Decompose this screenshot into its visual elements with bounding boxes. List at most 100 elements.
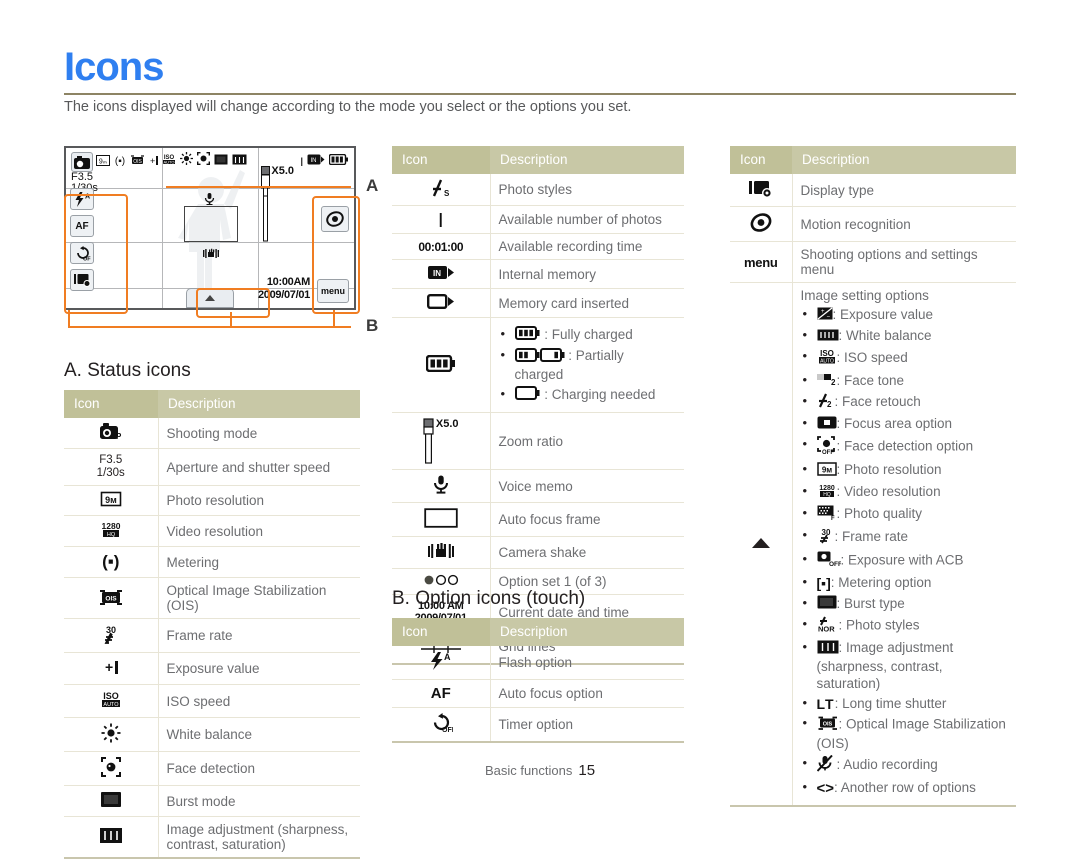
callout-leader-b-left xyxy=(68,310,70,328)
metering-icon: (▪) xyxy=(113,153,127,171)
burst-type-icon xyxy=(817,595,837,612)
row-description: Camera shake xyxy=(490,536,684,570)
table-row: | Available number of photos xyxy=(392,205,684,234)
battery-full-label: : Fully charged xyxy=(544,327,633,342)
row-description: Voice memo xyxy=(490,469,684,504)
photo-styles-nor-icon: NOR xyxy=(817,616,839,635)
section-b-heading: B. Option icons (touch) xyxy=(392,588,586,609)
metering-icon: (▪) xyxy=(64,546,159,578)
row-description: Display type xyxy=(792,174,1016,207)
list-item: : Charging needed xyxy=(499,385,677,404)
col-header-description: Description xyxy=(792,146,1016,174)
svg-text:AUTO: AUTO xyxy=(820,358,834,364)
shooting-mode-icon: P xyxy=(64,418,159,449)
list-item: : Burst type xyxy=(801,594,1009,613)
table-row: Image adjustment (sharpness, contrast, s… xyxy=(64,816,360,859)
svg-text:1280: 1280 xyxy=(819,485,835,492)
list-item: 2: Face retouch xyxy=(801,392,1009,412)
video-resolution-icon: 1280HQ xyxy=(64,515,159,547)
row-description: Zoom ratio xyxy=(490,412,684,471)
row-description: Internal memory xyxy=(490,259,684,289)
lcd-top-left-icons: P 9ₘ (▪) OIS + xyxy=(71,152,159,172)
svg-text:OIS: OIS xyxy=(133,159,142,165)
table-row: Burst mode xyxy=(64,785,360,817)
table-row: P Shooting mode xyxy=(64,418,360,449)
table-row: F3.5 1/30s Aperture and shutter speed xyxy=(64,448,360,486)
svg-text:P: P xyxy=(116,432,122,440)
available-photos-icon: | xyxy=(392,205,491,234)
table-row: OFF Timer option xyxy=(392,707,684,743)
col-header-icon: Icon xyxy=(730,146,792,174)
svg-text:P: P xyxy=(85,164,89,169)
svg-text:9ₘ: 9ₘ xyxy=(99,159,107,166)
face-detection-option-icon: OFF xyxy=(816,436,837,457)
voice-memo-icon xyxy=(204,192,215,210)
list-item: <>: Another row of options xyxy=(801,778,1009,797)
col-header-icon: Icon xyxy=(392,146,490,174)
section-a: A. Status icons Icon Description P Shooti… xyxy=(64,360,360,859)
svg-text:AUTO: AUTO xyxy=(103,702,119,708)
battery-states: : Fully charged : Partially charged : Ch… xyxy=(490,317,684,414)
svg-text:ISO: ISO xyxy=(103,691,119,701)
list-item: [▪]: Metering option xyxy=(801,573,1009,592)
up-arrow-icon xyxy=(730,282,793,808)
face-detection-icon xyxy=(197,152,210,170)
row-description: Available number of photos xyxy=(490,205,684,234)
auto-focus-option-icon: AF xyxy=(392,679,491,708)
auto-focus-frame-icon xyxy=(184,206,238,242)
list-item: : Focus area option xyxy=(801,414,1009,433)
row-description: ISO speed xyxy=(158,684,360,718)
white-balance-option-icon xyxy=(817,329,839,344)
frame-rate-icon: 30 xyxy=(817,528,835,547)
svg-text:OFF: OFF xyxy=(442,727,453,733)
recording-time-icon: 00:01:00 xyxy=(392,233,491,260)
focus-area-icon xyxy=(817,416,837,432)
table-row: 00:01:00 Available recording time xyxy=(392,233,684,260)
row-description: Optical Image Stabilization (OIS) xyxy=(158,577,360,619)
photo-quality-icon: F xyxy=(817,505,837,523)
svg-text:A: A xyxy=(444,652,451,662)
row-description: Shooting options and settings menu xyxy=(792,241,1016,283)
photo-resolution-icon: 9м xyxy=(64,485,159,516)
row-description: Photo styles xyxy=(490,174,684,206)
col-header-icon: Icon xyxy=(64,390,158,418)
photo-styles-icon: S xyxy=(392,174,491,206)
table-row: Image setting options +−: Exposure value… xyxy=(730,282,1016,808)
list-item: 2: Face tone xyxy=(801,371,1009,390)
svg-text:HQ: HQ xyxy=(823,492,831,498)
manual-page: Icons The icons displayed will change ac… xyxy=(0,0,1080,859)
table-row: A Flash option xyxy=(392,646,684,680)
row-description: Shooting mode xyxy=(158,418,360,449)
list-item: 9м: Photo resolution xyxy=(801,460,1009,479)
table-row: White balance xyxy=(64,717,360,752)
callout-label-b: B xyxy=(366,316,379,335)
iso-speed-icon: ISOAUTO xyxy=(817,349,837,368)
row-description: Memory card inserted xyxy=(490,288,684,318)
table-row: Voice memo xyxy=(392,469,684,504)
white-balance-icon xyxy=(180,152,193,170)
table-row: AF Auto focus option xyxy=(392,679,684,708)
col-header-description: Description xyxy=(158,390,360,418)
image-adjustment-icon xyxy=(817,640,839,657)
table-row: 1280 HQ Video resolution xyxy=(64,515,360,547)
option-icons-table: Icon Description A Flash option AF Auto fo… xyxy=(392,618,684,743)
available-photos-icon: | xyxy=(300,156,303,166)
row-description: Exposure value xyxy=(158,652,360,685)
svg-text:2: 2 xyxy=(831,378,836,386)
image-setting-options: Image setting options +−: Exposure value… xyxy=(792,282,1016,808)
iso-speed-icon: ISOAUTO xyxy=(64,684,159,718)
callout-leader-b-mid xyxy=(230,312,232,328)
burst-mode-icon xyxy=(64,785,159,817)
list-item: +−: Exposure value xyxy=(801,305,1009,324)
list-item: OFF: Face detection option xyxy=(801,435,1009,458)
svg-text:OIS: OIS xyxy=(822,722,832,728)
white-balance-icon xyxy=(64,717,159,752)
ois-icon: OIS xyxy=(817,717,839,734)
table-row: menu Shooting options and settings menu xyxy=(730,241,1016,283)
callout-box-b-left xyxy=(64,194,128,314)
row-description: Available recording time xyxy=(490,233,684,260)
svg-text:OIS: OIS xyxy=(105,595,117,602)
row-description: Video resolution xyxy=(158,515,360,547)
lcd-top-mid-icons: ISO AUTO xyxy=(162,152,247,170)
aperture-shutter-icon: F3.5 1/30s xyxy=(64,448,159,486)
